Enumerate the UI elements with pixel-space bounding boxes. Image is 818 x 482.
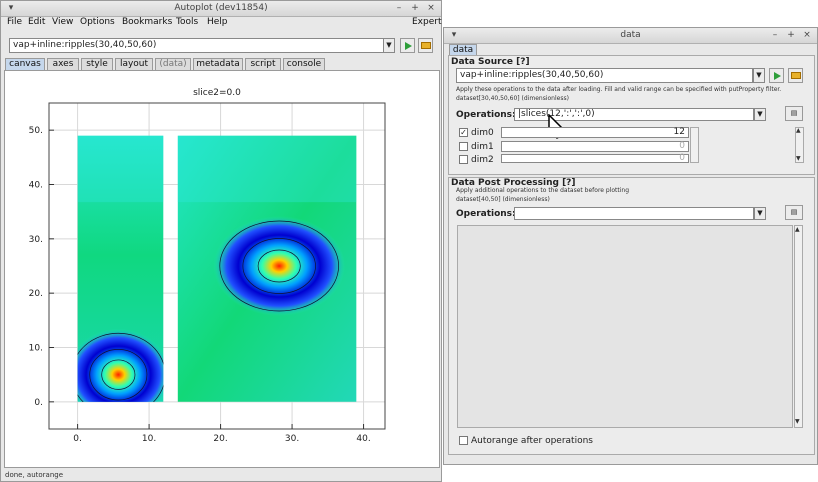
window-title: Autoplot (dev11854) (174, 3, 268, 13)
folder-icon (791, 72, 801, 79)
edit-icon: ▤ (790, 109, 798, 117)
data-source-uri-input[interactable]: vap+inline:ripples(30,40,50,60) (456, 68, 753, 83)
maximize-icon[interactable]: + (409, 2, 421, 15)
x-tick-label: 20. (213, 434, 227, 444)
post-operations-label: Operations: (456, 209, 516, 219)
tab-metadata[interactable]: metadata (193, 58, 243, 70)
folder-icon (421, 42, 431, 49)
operations-editor-button[interactable]: ▤ (785, 106, 803, 121)
scroll-down-icon[interactable]: ▼ (795, 418, 800, 425)
heatmap-regions (77, 135, 357, 402)
tab-style[interactable]: style (81, 58, 113, 70)
data-window-title: data (620, 30, 641, 40)
peak-gradient (213, 216, 346, 316)
uri-dropdown-icon[interactable]: ▼ (383, 38, 395, 53)
tab-console[interactable]: console (283, 58, 325, 70)
dim-spinner[interactable] (690, 127, 699, 163)
data-source-dropdown-icon[interactable]: ▼ (753, 68, 765, 83)
y-tick-label: 30. (29, 235, 43, 245)
dim1-checkbox[interactable] (459, 142, 468, 151)
dim2-value-field[interactable]: 0 (501, 154, 689, 163)
autoplot-window: ▾ Autoplot (dev11854) – + × File Edit Vi… (0, 0, 442, 482)
dim0-value-field[interactable]: 12 (501, 127, 689, 138)
close-icon[interactable]: × (801, 29, 813, 42)
scroll-up-icon[interactable]: ▲ (795, 226, 800, 233)
autorange-checkbox[interactable] (459, 436, 468, 445)
dim2-checkbox[interactable] (459, 155, 468, 164)
tab-data[interactable]: (data) (155, 58, 191, 70)
menu-edit[interactable]: Edit (28, 17, 45, 27)
menu-options[interactable]: Options (80, 17, 115, 27)
data-browse-button[interactable] (788, 68, 803, 83)
scroll-up-icon[interactable]: ▲ (796, 127, 801, 134)
post-operations-input[interactable] (514, 207, 754, 220)
dim1-value-field[interactable]: 0 (501, 141, 689, 152)
play-icon (774, 72, 781, 80)
y-tick-label: 10. (29, 344, 43, 354)
data-source-dims: dataset[30,40,50,60] (dimensionless) (456, 95, 569, 102)
autoplot-titlebar: ▾ Autoplot (dev11854) – + × (1, 1, 441, 17)
minimize-icon[interactable]: – (393, 2, 405, 15)
data-source-help: Apply these operations to the data after… (456, 86, 782, 93)
dim2-label: dim2 (471, 155, 494, 165)
post-operations-editor-button[interactable]: ▤ (785, 205, 803, 220)
x-tick-label: 30. (285, 434, 299, 444)
dim0-checkbox[interactable]: ✓ (459, 128, 468, 137)
autorange-label: Autorange after operations (471, 436, 593, 446)
close-icon[interactable]: × (425, 2, 437, 15)
scroll-down-icon[interactable]: ▼ (796, 155, 801, 162)
menu-help[interactable]: Help (207, 17, 228, 27)
heatmap-band (77, 135, 164, 203)
menu-tools[interactable]: Tools (176, 17, 198, 27)
peak-gradient (77, 328, 164, 402)
operations-dropdown-icon[interactable]: ▼ (754, 108, 766, 121)
maximize-icon[interactable]: + (785, 29, 797, 42)
menu-expert[interactable]: Expert (412, 17, 442, 27)
go-button[interactable] (400, 38, 415, 53)
tab-axes[interactable]: axes (47, 58, 79, 70)
post-processing-scrollbar[interactable] (794, 225, 803, 428)
y-tick-label: 20. (29, 289, 43, 299)
y-tick-label: 40. (29, 181, 43, 191)
peak-blob (77, 328, 164, 402)
data-window: ▾ data – + × data Data Source [?] vap+in… (443, 27, 818, 465)
data-go-button[interactable] (769, 68, 784, 83)
menu-bar: File Edit View Options Bookmarks Tools H… (1, 17, 442, 32)
post-processing-dims: dataset[40,50] (dimensionless) (456, 196, 550, 203)
data-titlebar: ▾ data – + × (444, 28, 817, 44)
tab-canvas[interactable]: canvas (5, 58, 45, 70)
dim0-label: dim0 (471, 128, 494, 138)
menu-file[interactable]: File (7, 17, 22, 27)
dim1-label: dim1 (471, 142, 494, 152)
browse-button[interactable] (418, 38, 433, 53)
status-text: done, autorange (5, 471, 64, 479)
heatmap-band (177, 135, 357, 203)
plot-canvas[interactable]: slice2=0.0 0. 10. 20. 30. 40. 0. 10. 20. 30. 40. 5… (4, 70, 440, 468)
menu-bookmarks[interactable]: Bookmarks (122, 17, 172, 27)
y-tick-label: 0. (34, 398, 43, 408)
y-tick-label: 50. (29, 126, 43, 136)
tab-layout[interactable]: layout (115, 58, 153, 70)
peak-blob (213, 216, 346, 316)
spectrogram-plot[interactable]: slice2=0.0 0. 10. 20. 30. 40. 0. 10. 20. 30. 40. 5… (5, 71, 439, 467)
play-icon (405, 42, 412, 50)
x-tick-label: 10. (142, 434, 156, 444)
x-tick-label: 0. (73, 434, 82, 444)
x-tick-label: 40. (356, 434, 370, 444)
menu-view[interactable]: View (52, 17, 73, 27)
tab-script[interactable]: script (245, 58, 281, 70)
data-source-title: Data Source [?] (451, 57, 530, 67)
post-processing-area (457, 225, 793, 428)
post-processing-help: Apply additional operations to the datas… (456, 187, 630, 194)
plot-title: slice2=0.0 (193, 88, 241, 98)
uri-input[interactable]: vap+inline:ripples(30,40,50,60) (9, 38, 384, 53)
post-operations-dropdown-icon[interactable]: ▼ (754, 207, 766, 220)
edit-icon: ▤ (790, 208, 798, 216)
minimize-icon[interactable]: – (769, 29, 781, 42)
operations-label: Operations: (456, 110, 516, 120)
